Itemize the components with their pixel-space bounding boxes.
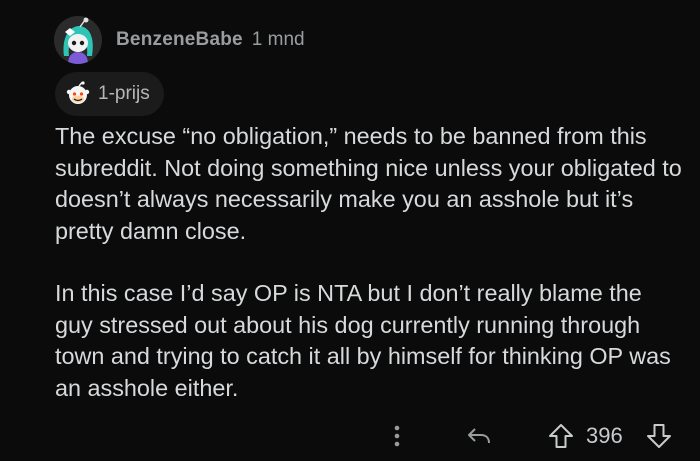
comment-body: The excuse “no obligation,” needs to be … xyxy=(55,121,685,404)
more-vertical-icon xyxy=(394,425,400,447)
vote-score: 396 xyxy=(586,423,623,448)
comment-paragraph: The excuse “no obligation,” needs to be … xyxy=(55,123,682,244)
upvote-arrow-icon xyxy=(549,424,573,448)
comment-header: BenzeneBabe 1 mnd xyxy=(54,14,305,66)
award-badge[interactable]: 1-prijs xyxy=(55,72,164,116)
avatar[interactable] xyxy=(54,16,102,64)
comment-paragraph: In this case I’d say OP is NTA but I don… xyxy=(55,280,671,401)
upvote-button[interactable] xyxy=(544,416,578,456)
award-icon xyxy=(66,81,90,104)
comment: BenzeneBabe 1 mnd 1-prijs The excuse “no… xyxy=(0,0,700,461)
comment-actions: 396 xyxy=(0,416,700,456)
downvote-button[interactable] xyxy=(644,416,674,456)
author-name[interactable]: BenzeneBabe xyxy=(116,29,243,51)
reply-button[interactable] xyxy=(462,416,496,456)
more-options-button[interactable] xyxy=(384,416,410,456)
downvote-arrow-icon xyxy=(647,424,671,448)
award-count: 1-prijs xyxy=(98,83,150,104)
snoo-avatar-icon xyxy=(54,16,102,64)
reply-icon xyxy=(468,428,490,444)
comment-timestamp: 1 mnd xyxy=(251,29,305,50)
